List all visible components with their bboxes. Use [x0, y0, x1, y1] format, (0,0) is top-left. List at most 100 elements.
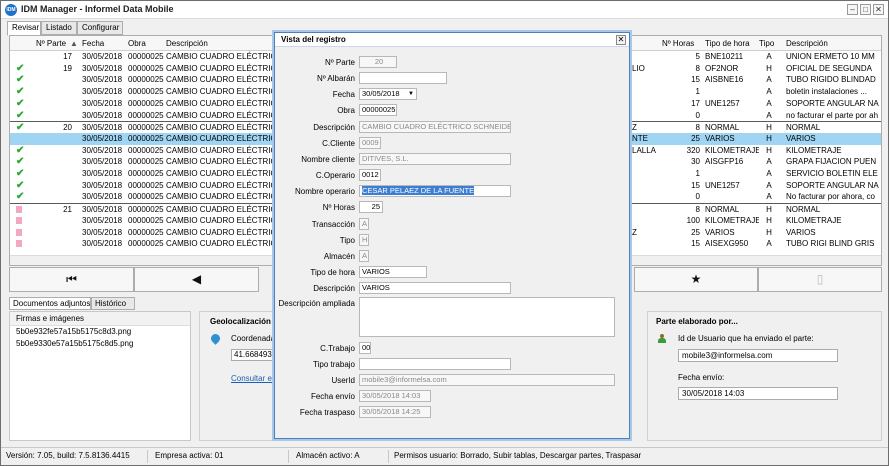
cell-obra: 00000025 — [128, 52, 164, 61]
checkmark-icon: ✔ — [16, 191, 25, 203]
tab-configurar[interactable]: Configurar — [77, 21, 123, 35]
cell-mid: Z — [632, 227, 637, 237]
coperario-field[interactable]: 0012 — [359, 169, 381, 181]
almacen-field[interactable]: A — [359, 250, 369, 262]
tab-documentos[interactable]: Documentos adjuntos — [9, 297, 91, 310]
cell-fecha: 30/05/2018 — [82, 133, 123, 143]
title-bar: IDM IDM Manager - Informel Data Mobile –… — [1, 1, 888, 19]
desc-ampliada-textarea[interactable] — [359, 297, 615, 337]
cell-horas: 320 — [686, 145, 700, 155]
prev-record-button[interactable]: ◀ — [134, 267, 259, 292]
col-header-descripcion-2[interactable]: Descripción — [786, 39, 828, 48]
cell-mid: LALLA — [632, 145, 657, 155]
nombre-operario-field[interactable]: CESAR PELAEZ DE LA FUENTE — [359, 185, 511, 197]
descripcion-field[interactable]: CAMBIO CUADRO ELÉCTRICO SCHNEIDER — [359, 121, 511, 133]
status-permisos: Permisos usuario: Borrado, Subir tablas,… — [394, 451, 642, 460]
tab-revisar[interactable]: Revisar — [7, 21, 41, 36]
tipo-hora-field[interactable]: VARIOS — [359, 266, 427, 278]
label-userid: UserId — [331, 376, 355, 385]
user-id-label: Id de Usuario que ha enviado el parte: — [678, 334, 814, 343]
cell-tipo: A — [766, 239, 772, 249]
nombre-cliente-field[interactable]: DITIVES, S.L. — [359, 153, 511, 165]
cell-desc: CAMBIO CUADRO ELÉCTRICO — [166, 87, 278, 97]
document-item[interactable]: 5b0e932fe57a15b5175c8d3.png — [10, 326, 190, 338]
horas-field[interactable]: 25 — [359, 201, 383, 213]
cell-desc2: NORMAL — [786, 123, 821, 133]
cell-horas: 15 — [691, 239, 700, 249]
sender-title: Parte elaborado por... — [656, 317, 738, 326]
obra-field[interactable]: 00000025 — [359, 104, 397, 116]
app-logo-icon: IDM — [5, 4, 17, 16]
maximize-button[interactable]: □ — [860, 4, 871, 15]
label-obra: Obra — [337, 106, 355, 115]
star-icon: ★ — [690, 272, 702, 286]
checkmark-icon: ✔ — [16, 109, 25, 121]
ccliente-field[interactable]: 0009 — [359, 137, 381, 149]
label-tipo: Tipo — [339, 236, 355, 245]
geolocation-title: Geolocalización — [210, 317, 271, 326]
dialog-close-button[interactable]: ✕ — [616, 35, 626, 45]
cell-fecha: 30/05/2018 — [82, 98, 123, 108]
cell-horas: 1 — [695, 169, 700, 178]
bookmark-button[interactable]: ▯ — [758, 267, 882, 292]
parte-field[interactable]: 20 — [359, 56, 397, 68]
cell-tipo: H — [766, 227, 772, 237]
tab-historico[interactable]: Histórico — [91, 297, 135, 310]
skip-first-icon: ⏮ — [66, 272, 77, 286]
checkmark-icon: ✔ — [16, 156, 25, 168]
cell-fecha: 30/05/2018 — [82, 52, 123, 61]
col-header-tipo[interactable]: Tipo — [759, 39, 774, 48]
fecha-traspaso-field[interactable]: 30/05/2018 14:25 — [359, 406, 431, 418]
status-empresa: Empresa activa: 01 — [155, 451, 224, 460]
tipo-field[interactable]: H — [359, 234, 369, 246]
label-nombre-cliente: Nombre cliente — [301, 155, 355, 164]
fecha-datepicker[interactable]: 30/05/2018 ▼ — [359, 88, 417, 100]
bookmark-icon: ▯ — [816, 272, 824, 286]
cell-parte: 17 — [63, 52, 72, 61]
ctrabajo-field[interactable]: 00 — [359, 342, 371, 354]
cell-fecha: 30/05/2018 — [82, 63, 123, 73]
minimize-button[interactable]: – — [847, 4, 858, 15]
label-parte: Nº Parte — [324, 58, 355, 67]
col-header-horas[interactable]: Nº Horas — [662, 39, 694, 48]
col-header-parte[interactable]: Nº Parte — [36, 39, 66, 48]
label-coperario: C.Operario — [315, 171, 355, 180]
fecha-envio-field[interactable]: 30/05/2018 14:03 — [359, 390, 431, 402]
transaccion-field[interactable]: A — [359, 218, 369, 230]
cell-tipo: A — [766, 52, 772, 61]
document-item[interactable]: 5b0e9330e57a15b5175c8d5.png — [10, 338, 190, 350]
cell-horas: 8 — [695, 205, 700, 215]
cell-fecha: 30/05/2018 — [82, 215, 123, 225]
window-title: IDM Manager - Informel Data Mobile — [21, 4, 174, 14]
favorite-button[interactable]: ★ — [634, 267, 758, 292]
descripcion-2-field[interactable]: VARIOS — [359, 282, 511, 294]
cell-tipo: A — [766, 98, 772, 108]
col-header-descripcion[interactable]: Descripción — [166, 39, 208, 48]
tipo-trabajo-field[interactable] — [359, 358, 511, 370]
col-header-fecha[interactable]: Fecha — [82, 39, 104, 48]
cell-mid: LIO — [632, 63, 645, 73]
label-albaran: Nº Albarán — [316, 74, 355, 83]
col-header-obra[interactable]: Obra — [128, 39, 146, 48]
userid-field[interactable]: mobile3@informelsa.com — [359, 374, 615, 386]
cell-parte: 19 — [63, 63, 72, 73]
label-descripcion: Descripción — [313, 123, 355, 132]
cell-desc2: GRAPA FIJACION PUEN — [786, 157, 877, 167]
cell-parte: 20 — [63, 123, 72, 133]
cell-desc2: SOPORTE ANGULAR NA — [786, 180, 879, 190]
view-map-link[interactable]: Consultar en — [231, 374, 276, 383]
user-id-field[interactable]: mobile3@informelsa.com — [678, 349, 838, 362]
cell-obra: 00000025 — [128, 205, 164, 215]
tab-listado[interactable]: Listado — [41, 21, 77, 35]
albaran-field[interactable] — [359, 72, 447, 84]
cell-obra: 00000025 — [128, 145, 164, 155]
col-header-tipo-hora[interactable]: Tipo de hora — [705, 39, 750, 48]
first-record-button[interactable]: ⏮ — [9, 267, 134, 292]
cell-tipo: A — [766, 157, 772, 167]
checkmark-icon: ✔ — [16, 97, 25, 109]
checkmark-icon: ✔ — [16, 62, 25, 74]
close-window-button[interactable]: ✕ — [873, 4, 884, 15]
cell-desc: CAMBIO CUADRO ELÉCTRICO — [166, 157, 278, 167]
cell-tipo: A — [766, 110, 772, 120]
send-date-field[interactable]: 30/05/2018 14:03 — [678, 387, 838, 400]
